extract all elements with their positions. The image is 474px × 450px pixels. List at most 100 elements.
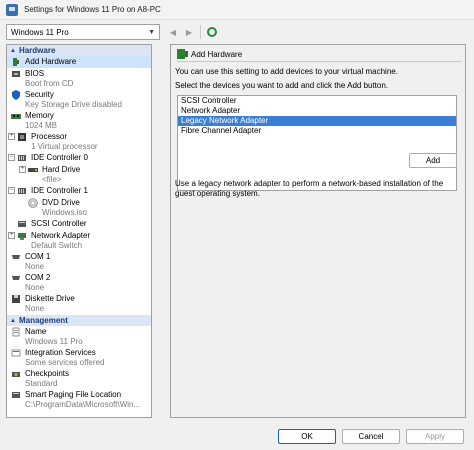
- tree-item-name[interactable]: Name Windows 11 Pro: [7, 326, 151, 347]
- scsi-controller-icon: [18, 221, 26, 227]
- refresh-icon[interactable]: [207, 27, 217, 37]
- tree-item-diskette-drive[interactable]: Diskette Drive None: [7, 293, 151, 314]
- tree-item-sub: None: [25, 262, 45, 271]
- tree-item-sub: <file>: [42, 175, 62, 184]
- tree-item-smart-paging[interactable]: Smart Paging File Location C:\ProgramDat…: [7, 389, 151, 410]
- add-hardware-icon: [177, 49, 188, 59]
- tree-item-sub: Default Switch: [31, 241, 83, 250]
- tree-item-network-adapter[interactable]: + Network Adapter Default Switch: [7, 230, 151, 251]
- tree-item-label: Processor: [31, 132, 68, 141]
- tree-item-label: SCSI Controller: [31, 219, 87, 228]
- collapse-chevron-icon: ▲: [10, 317, 16, 324]
- tree-item-label: Hard Drive: [42, 165, 81, 174]
- section-label: Hardware: [18, 46, 56, 55]
- info-text: Use a legacy network adapter to perform …: [175, 179, 444, 198]
- cancel-button[interactable]: Cancel: [342, 429, 400, 444]
- window-title: Settings for Windows 11 Pro on A8-PC: [24, 5, 161, 14]
- tree-item-sub: Some services offered: [25, 358, 105, 367]
- ide-controller-icon: [18, 155, 26, 161]
- dvd-drive-icon: [28, 198, 38, 208]
- hard-drive-icon: [28, 168, 38, 172]
- apply-button[interactable]: Apply: [406, 429, 464, 444]
- tree-item-sub: Windows 11 Pro: [25, 337, 83, 346]
- tree-item-label: COM 1: [25, 252, 51, 261]
- detail-heading: Add Hardware: [191, 49, 243, 59]
- network-adapter-icon: [18, 233, 26, 240]
- forward-button[interactable]: ▶: [182, 25, 196, 39]
- tree-item-add-hardware[interactable]: Add Hardware: [7, 56, 151, 68]
- tree-item-integration-services[interactable]: Integration Services Some services offer…: [7, 347, 151, 368]
- tree-item-scsi-controller[interactable]: SCSI Controller: [7, 218, 151, 230]
- tree-item-hard-drive[interactable]: + Hard Drive <file>: [7, 164, 151, 185]
- device-list-item[interactable]: SCSI Controller: [178, 96, 456, 106]
- tree-item-com-1[interactable]: COM 1 None: [7, 251, 151, 272]
- detail-pane: Add Hardware You can use this setting to…: [170, 44, 466, 418]
- intro-text: You can use this setting to add devices …: [175, 67, 398, 76]
- tree-item-label: Add Hardware: [25, 57, 77, 66]
- tree-item-sub: None: [25, 283, 45, 292]
- tree-item-bios[interactable]: BIOS Boot from CD: [7, 68, 151, 89]
- hardware-section-header[interactable]: ▲ Hardware: [7, 45, 151, 56]
- tree-item-memory[interactable]: Memory 1024 MB: [7, 110, 151, 131]
- tree-item-com-2[interactable]: COM 2 None: [7, 272, 151, 293]
- tree-item-sub: Boot from CD: [25, 79, 74, 88]
- tree-item-label: Memory: [25, 111, 54, 120]
- add-button[interactable]: Add: [409, 153, 457, 168]
- vm-toolbar: Windows 11 Pro ▼ ◀ ▶: [0, 22, 474, 42]
- select-prompt: Select the devices you want to add and c…: [175, 81, 389, 90]
- tree-item-label: BIOS: [25, 69, 45, 78]
- tree-spacer: [8, 220, 15, 227]
- paging-file-icon: [12, 392, 20, 398]
- tree-item-security[interactable]: Security Key Storage Drive disabled: [7, 89, 151, 110]
- ok-button[interactable]: OK: [278, 429, 336, 444]
- memory-icon: [11, 114, 21, 119]
- tree-item-dvd-drive[interactable]: DVD Drive Windows.iso: [7, 197, 151, 218]
- diskette-icon: [12, 295, 20, 303]
- tree-item-sub: C:\ProgramData\Microsoft\Win...: [25, 400, 141, 409]
- title-bar: Settings for Windows 11 Pro on A8-PC: [0, 0, 474, 20]
- tree-item-label: Diskette Drive: [25, 294, 75, 303]
- tree-item-checkpoints[interactable]: Checkpoints Standard: [7, 368, 151, 389]
- vm-selector-value: Windows 11 Pro: [11, 27, 69, 37]
- tree-item-label: Checkpoints: [25, 369, 70, 378]
- collapse-icon[interactable]: −: [8, 187, 15, 194]
- device-list[interactable]: SCSI Controller Network Adapter Legacy N…: [177, 95, 457, 191]
- tree-item-processor[interactable]: + Processor 1 Virtual processor: [7, 131, 151, 152]
- ide-controller-icon: [18, 188, 26, 194]
- management-section-header[interactable]: ▲ Management: [7, 315, 151, 326]
- device-list-item-selected[interactable]: Legacy Network Adapter: [178, 116, 456, 126]
- tree-item-ide-controller-1[interactable]: − IDE Controller 1: [7, 185, 151, 197]
- section-label: Management: [18, 316, 68, 325]
- processor-icon: [18, 133, 26, 141]
- tree-item-ide-controller-0[interactable]: − IDE Controller 0: [7, 152, 151, 164]
- back-button[interactable]: ◀: [166, 25, 180, 39]
- settings-tree: ▲ Hardware Add Hardware BIOS Boot from C…: [6, 44, 152, 418]
- expand-icon[interactable]: +: [8, 133, 15, 140]
- collapse-chevron-icon: ▲: [10, 47, 16, 54]
- chevron-down-icon: ▼: [148, 28, 155, 36]
- tree-item-sub: Standard: [25, 379, 58, 388]
- tree-item-sub: 1 Virtual processor: [31, 142, 98, 151]
- vm-selector-dropdown[interactable]: Windows 11 Pro ▼: [6, 24, 160, 40]
- tree-item-label: Smart Paging File Location: [25, 390, 122, 399]
- tree-item-label: Security: [25, 90, 54, 99]
- tree-item-sub: 1024 MB: [25, 121, 58, 130]
- header-divider: [177, 61, 461, 62]
- tree-item-label: Integration Services: [25, 348, 96, 357]
- tree-item-sub: Windows.iso: [42, 208, 87, 217]
- expand-icon[interactable]: +: [19, 166, 26, 173]
- add-hardware-icon: [13, 58, 19, 66]
- com-port-icon: [12, 276, 20, 280]
- checkpoint-camera-icon: [12, 372, 20, 377]
- expand-icon[interactable]: +: [8, 232, 15, 239]
- tree-item-label: IDE Controller 0: [31, 153, 88, 162]
- device-list-item[interactable]: Network Adapter: [178, 106, 456, 116]
- collapse-icon[interactable]: −: [8, 154, 15, 161]
- tree-item-label: DVD Drive: [42, 198, 80, 207]
- detail-header: Add Hardware: [177, 49, 242, 59]
- integration-services-icon: [11, 349, 21, 357]
- tree-item-label: IDE Controller 1: [31, 186, 88, 195]
- shield-icon: [12, 90, 20, 100]
- device-list-item[interactable]: Fibre Channel Adapter: [178, 126, 456, 136]
- tree-item-sub: None: [25, 304, 45, 313]
